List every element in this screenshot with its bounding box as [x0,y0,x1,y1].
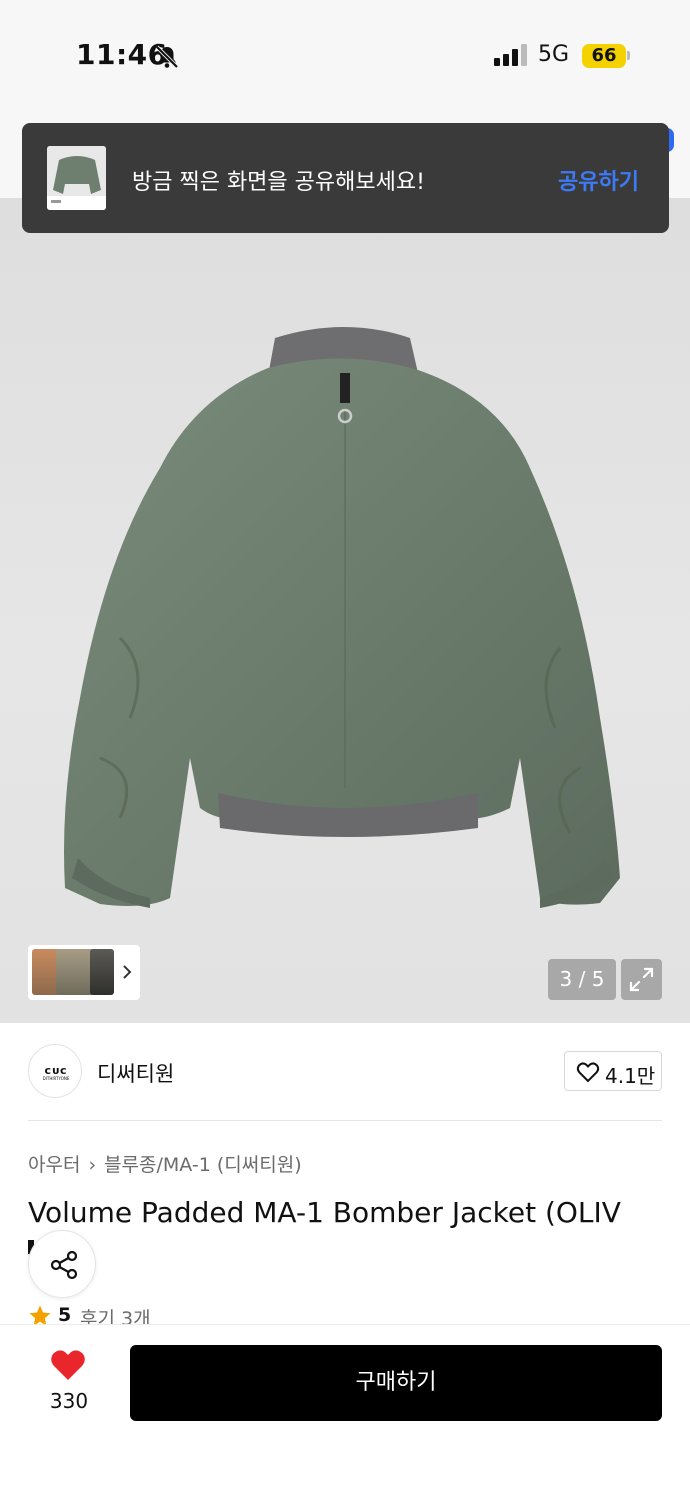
expand-button[interactable] [621,959,662,1000]
thumbnail [90,949,114,995]
screenshot-thumbnail [47,146,106,210]
brand-name[interactable]: 디써티원 [97,1058,174,1088]
jacket-photo [64,327,620,908]
rating-value: 5 [58,1304,72,1326]
signal-icon [494,44,527,66]
share-button[interactable] [28,1230,96,1298]
buy-button[interactable]: 구매하기 [130,1345,662,1421]
heart-filled-icon[interactable] [49,1348,87,1382]
brand-like-button[interactable]: 4.1만 [564,1051,662,1091]
status-bar: 11:46 5G 66 [0,0,690,110]
divider [28,1120,662,1121]
breadcrumb: 아우터 › 블루종/MA-1 (디써티원) [28,1150,302,1177]
expand-icon [629,967,654,992]
jacket-thumbnail-image [47,146,106,210]
share-toast: 방금 찍은 화면을 공유해보세요! 공유하기 [22,123,669,233]
brand-logo-subtext: DITHIRTYONE [42,1076,70,1081]
share-icon [50,1250,78,1280]
heart-outline-icon [576,1062,600,1083]
network-type: 5G [538,42,570,67]
brand-like-count: 4.1만 [605,1064,656,1088]
wish-count: 330 [49,1389,89,1413]
brand-logo[interactable]: ᴄᴜᴄ DITHIRTYONE [28,1044,82,1098]
image-counter: 3 / 5 [548,959,616,1000]
breadcrumb-subcategory[interactable]: 블루종/MA-1 (디써티원) [104,1154,302,1176]
product-image[interactable]: 3 / 5 [0,198,690,1023]
toast-share-button[interactable]: 공유하기 [558,164,639,196]
thumbnail-strip[interactable] [28,945,140,1000]
product-title: Volume Padded MA-1 Bomber Jacket (OLIV [28,1196,621,1229]
chevron-right-icon [123,965,132,979]
bell-slash-icon [155,45,179,69]
battery-icon: 66 [582,44,626,68]
toast-message: 방금 찍은 화면을 공유해보세요! [132,170,425,195]
battery-tip [627,51,630,60]
breadcrumb-category[interactable]: 아우터 [28,1154,80,1176]
chevron-right-icon: › [88,1154,97,1176]
